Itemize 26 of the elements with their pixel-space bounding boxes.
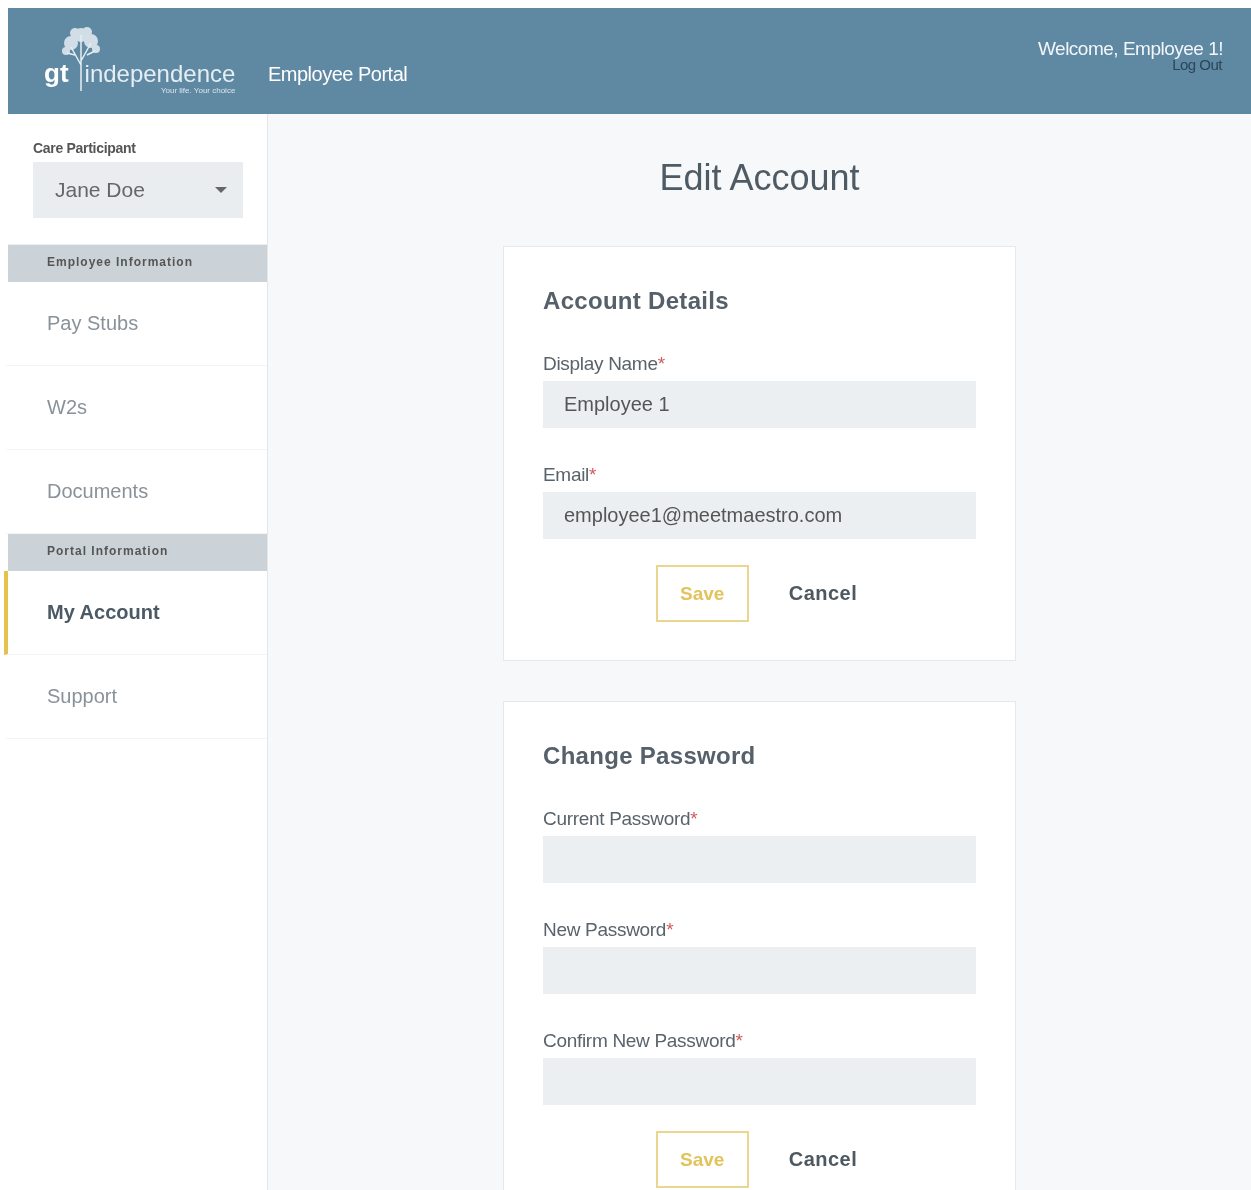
portal-title: Employee Portal bbox=[268, 62, 408, 86]
section-heading: Portal Information bbox=[8, 534, 267, 571]
nav-item[interactable]: Pay Stubs bbox=[4, 282, 267, 366]
nav-item[interactable]: Support bbox=[4, 655, 267, 739]
section-heading: Employee Information bbox=[8, 245, 267, 282]
field-label: Display Name* bbox=[543, 353, 666, 375]
cancel-button[interactable]: Cancel bbox=[782, 1131, 864, 1188]
field-label: Current Password* bbox=[543, 808, 699, 830]
save-button[interactable]: Save bbox=[655, 1131, 749, 1188]
card-title: Change Password bbox=[543, 742, 757, 770]
cancel-button[interactable]: Cancel bbox=[782, 565, 864, 622]
card-title: Account Details bbox=[543, 287, 730, 315]
field-label: Email* bbox=[543, 464, 598, 486]
input-field[interactable]: Employee 1 bbox=[543, 381, 976, 428]
logo-name: independence bbox=[84, 62, 236, 86]
participant-label: Care Participant bbox=[33, 140, 137, 156]
input-field[interactable]: employee1@meetmaestro.com bbox=[543, 492, 976, 539]
logo-tagline: Your life. Your choice bbox=[160, 86, 236, 95]
page-title: Edit Account bbox=[659, 158, 860, 198]
field-label: Confirm New Password* bbox=[543, 1030, 744, 1052]
logo-mark: gt bbox=[44, 60, 69, 86]
nav-item[interactable]: W2s bbox=[4, 366, 267, 450]
save-button[interactable]: Save bbox=[655, 565, 749, 622]
participant-dropdown[interactable]: Jane Doe bbox=[33, 162, 243, 218]
welcome-text: Welcome, Employee 1! bbox=[1038, 38, 1223, 60]
field-label: New Password* bbox=[543, 919, 675, 941]
